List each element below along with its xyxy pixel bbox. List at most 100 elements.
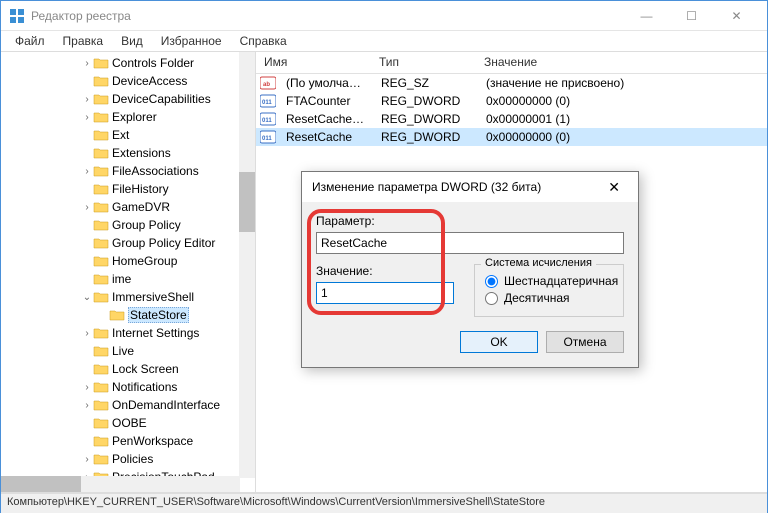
window-title: Редактор реестра	[31, 9, 624, 23]
tree-item[interactable]: ›Explorer	[1, 108, 255, 126]
titlebar: Редактор реестра — ☐ ✕	[1, 1, 767, 31]
tree-item[interactable]: Ext	[1, 126, 255, 144]
tree-item[interactable]: StateStore	[1, 306, 255, 324]
expand-icon[interactable]: ›	[81, 112, 93, 123]
tree-item-label: Policies	[112, 452, 153, 466]
tree-item-label: Group Policy Editor	[112, 236, 215, 250]
tree-item-label: GameDVR	[112, 200, 170, 214]
tree-item-label: Ext	[112, 128, 129, 142]
tree-item-label: PenWorkspace	[112, 434, 193, 448]
expand-icon[interactable]: ›	[81, 94, 93, 105]
menu-favorites[interactable]: Избранное	[153, 32, 230, 50]
tree-item[interactable]: ⌄ ImmersiveShell	[1, 288, 255, 306]
status-bar: Компьютер\HKEY_CURRENT_USER\Software\Mic…	[1, 493, 767, 513]
ok-button[interactable]: OK	[460, 331, 538, 353]
radio-dec[interactable]	[485, 292, 498, 305]
list-row[interactable]: 011ResetCacheCountREG_DWORD0x00000001 (1…	[256, 110, 767, 128]
menu-help[interactable]: Справка	[232, 32, 295, 50]
expand-icon[interactable]: ›	[81, 454, 93, 465]
tree-item[interactable]: Extensions	[1, 144, 255, 162]
menu-view[interactable]: Вид	[113, 32, 151, 50]
radio-hex-row[interactable]: Шестнадцатеричная	[485, 274, 613, 288]
dialog-close-icon[interactable]: ✕	[600, 175, 628, 200]
tree-item[interactable]: › Policies	[1, 450, 255, 468]
menu-file[interactable]: Файл	[7, 32, 53, 50]
list-header: Имя Тип Значение	[256, 52, 767, 74]
close-button[interactable]: ✕	[714, 2, 759, 30]
tree-item[interactable]: › DeviceCapabilities	[1, 90, 255, 108]
tree-item-label: HomeGroup	[112, 254, 177, 268]
expand-icon[interactable]: ›	[81, 166, 93, 177]
radio-dec-row[interactable]: Десятичная	[485, 291, 613, 305]
base-legend: Система исчисления	[481, 257, 596, 269]
tree-item[interactable]: › FileAssociations	[1, 162, 255, 180]
svg-text:ab: ab	[263, 82, 270, 88]
tree-item[interactable]: › Internet Settings	[1, 324, 255, 342]
tree-item[interactable]: OOBE	[1, 414, 255, 432]
dialog-title: Изменение параметра DWORD (32 бита)	[312, 180, 600, 194]
tree-item-label: OOBE	[112, 416, 147, 430]
tree-item-label: Live	[112, 344, 134, 358]
cell-value: 0x00000001 (1)	[478, 112, 767, 126]
list-body[interactable]: ab(По умолчанию)REG_SZ(значение не присв…	[256, 74, 767, 146]
expand-icon[interactable]: ›	[81, 202, 93, 213]
col-name[interactable]: Имя	[256, 52, 371, 73]
cell-value: (значение не присвоено)	[478, 76, 767, 90]
svg-text:011: 011	[262, 100, 272, 106]
cell-type: REG_SZ	[373, 76, 478, 90]
registry-tree[interactable]: ›Controls Folder DeviceAccess › DeviceCapab…	[1, 52, 255, 478]
tree-item[interactable]: ime	[1, 270, 255, 288]
col-type[interactable]: Тип	[371, 52, 476, 73]
cell-type: REG_DWORD	[373, 94, 478, 108]
radio-dec-label: Десятичная	[504, 291, 570, 305]
tree-item[interactable]: › Notifications	[1, 378, 255, 396]
expand-icon[interactable]: ›	[81, 400, 93, 411]
expand-icon[interactable]: ›	[81, 328, 93, 339]
tree-scrollbar-h[interactable]	[1, 476, 240, 492]
tree-item-label: DeviceAccess	[112, 74, 187, 88]
tree-item-label: Internet Settings	[112, 326, 199, 340]
col-value[interactable]: Значение	[476, 52, 767, 73]
menu-edit[interactable]: Правка	[55, 32, 112, 50]
tree-item[interactable]: ›OnDemandInterface	[1, 396, 255, 414]
maximize-button[interactable]: ☐	[669, 2, 714, 30]
tree-item[interactable]: HomeGroup	[1, 252, 255, 270]
tree-item[interactable]: PenWorkspace	[1, 432, 255, 450]
tree-item-label: ime	[112, 272, 131, 286]
tree-item[interactable]: DeviceAccess	[1, 72, 255, 90]
minimize-button[interactable]: —	[624, 2, 669, 30]
tree-item[interactable]: Live	[1, 342, 255, 360]
cell-value: 0x00000000 (0)	[478, 130, 767, 144]
param-input	[316, 232, 624, 254]
cell-name: ResetCacheCount	[278, 112, 373, 126]
radio-hex[interactable]	[485, 275, 498, 288]
menubar: Файл Правка Вид Избранное Справка	[1, 31, 767, 51]
dialog-titlebar: Изменение параметра DWORD (32 бита) ✕	[302, 172, 638, 202]
tree-item[interactable]: ›Controls Folder	[1, 54, 255, 72]
cell-type: REG_DWORD	[373, 130, 478, 144]
expand-icon[interactable]: ›	[81, 382, 93, 393]
tree-item[interactable]: Group Policy Editor	[1, 234, 255, 252]
app-icon	[9, 8, 25, 24]
cell-type: REG_DWORD	[373, 112, 478, 126]
cell-name: FTACounter	[278, 94, 373, 108]
expand-icon[interactable]: ›	[81, 58, 93, 69]
edit-dword-dialog: Изменение параметра DWORD (32 бита) ✕ Па…	[301, 171, 639, 368]
tree-scrollbar-v[interactable]	[239, 52, 255, 478]
list-row[interactable]: ab(По умолчанию)REG_SZ(значение не присв…	[256, 74, 767, 92]
tree-item-label: FileAssociations	[112, 164, 199, 178]
tree-item-label: DeviceCapabilities	[112, 92, 211, 106]
tree-item[interactable]: Lock Screen	[1, 360, 255, 378]
tree-item-label: StateStore	[128, 307, 189, 323]
list-row[interactable]: 011ResetCacheREG_DWORD0x00000000 (0)	[256, 128, 767, 146]
tree-item[interactable]: Group Policy	[1, 216, 255, 234]
tree-item-label: ImmersiveShell	[112, 290, 194, 304]
tree-item[interactable]: FileHistory	[1, 180, 255, 198]
tree-item-label: Notifications	[112, 380, 177, 394]
list-row[interactable]: 011FTACounterREG_DWORD0x00000000 (0)	[256, 92, 767, 110]
tree-item[interactable]: › GameDVR	[1, 198, 255, 216]
expand-icon[interactable]: ⌄	[81, 292, 93, 303]
cell-name: ResetCache	[278, 130, 373, 144]
value-input[interactable]	[316, 282, 454, 304]
cancel-button[interactable]: Отмена	[546, 331, 624, 353]
